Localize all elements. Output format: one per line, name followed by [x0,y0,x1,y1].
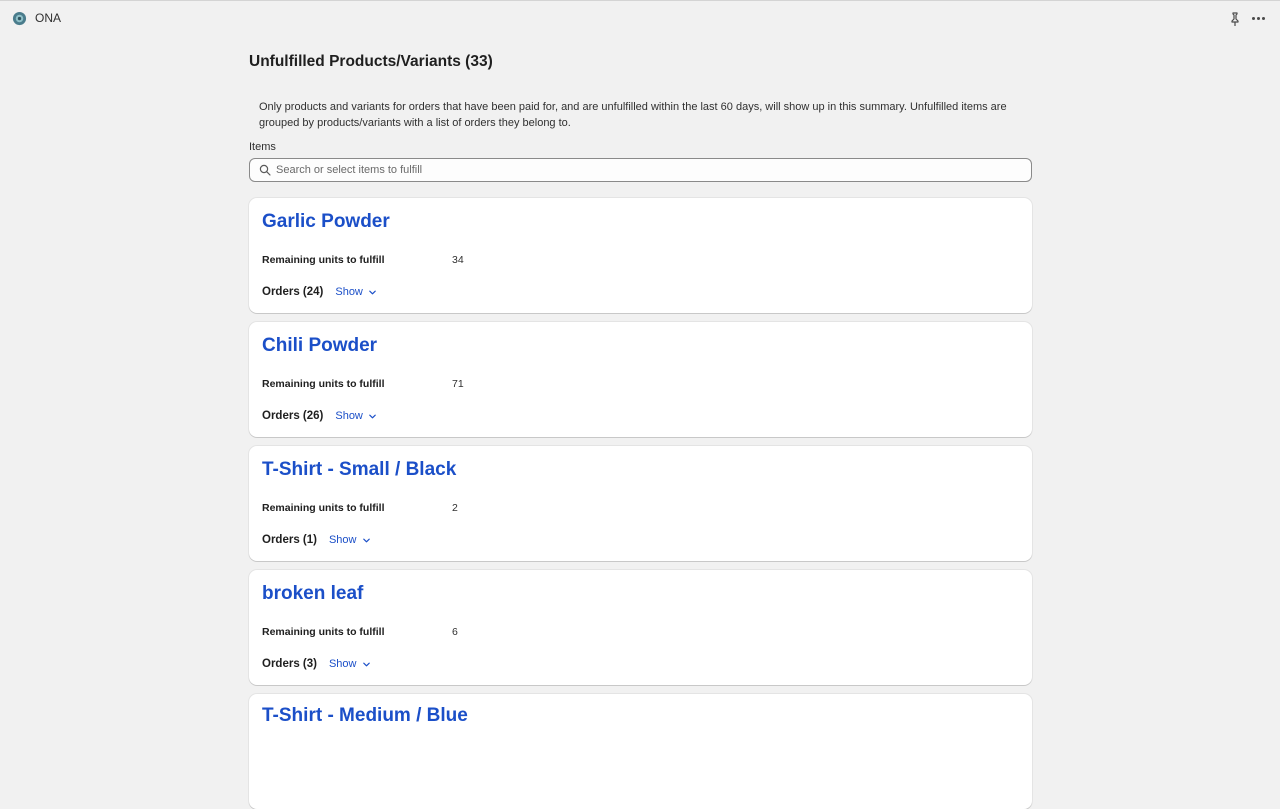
more-horizontal-icon[interactable] [1249,10,1267,26]
product-title-link[interactable]: Chili Powder [262,335,377,357]
chevron-down-icon [369,290,376,294]
orders-count-label: Orders (1) [262,534,317,546]
show-orders-label: Show [328,658,357,670]
items-search-field[interactable] [249,158,1032,182]
remaining-units-label: Remaining units to fulfill [262,378,385,390]
product-title-link[interactable]: Garlic Powder [262,211,390,233]
product-card: T-Shirt - Small / Black Remaining units … [249,446,1032,561]
remaining-units-value: 34 [452,254,464,266]
product-title-link[interactable]: T-Shirt - Medium / Blue [262,705,468,727]
show-orders-button[interactable]: Show [329,534,371,546]
product-title-link[interactable]: broken leaf [262,583,363,605]
show-orders-button[interactable]: Show [335,286,377,298]
items-search-input[interactable] [276,164,1016,176]
orders-row: Orders (24) Show [262,286,377,298]
pin-icon[interactable] [1227,11,1243,27]
orders-row: Orders (3) Show [262,658,371,670]
show-orders-label: Show [328,534,357,546]
orders-row: Orders (26) Show [262,410,377,422]
product-card: Chili Powder Remaining units to fulfill … [249,322,1032,437]
orders-count-label: Orders (24) [262,286,324,298]
chevron-down-icon [362,662,370,666]
show-orders-label: Show [335,286,363,298]
product-title-link[interactable]: T-Shirt - Small / Black [262,459,456,481]
chevron-down-icon [369,414,376,418]
search-icon [259,164,271,176]
remaining-units-label: Remaining units to fulfill [262,626,385,638]
remaining-units-label: Remaining units to fulfill [262,502,385,514]
page-title: Unfulfilled Products/Variants (33) [249,53,493,70]
app-topbar: ONA [0,0,1280,34]
remaining-units-label: Remaining units to fulfill [262,254,385,266]
items-label: Items [249,141,276,153]
chevron-down-icon [362,538,370,542]
remaining-units-value: 6 [452,626,458,638]
orders-count-label: Orders (3) [262,658,317,670]
remaining-units-value: 71 [452,378,464,390]
product-card: T-Shirt - Medium / Blue [249,694,1032,809]
product-card: broken leaf Remaining units to fulfill 6… [249,570,1032,685]
product-card: Garlic Powder Remaining units to fulfill… [249,198,1032,313]
show-orders-label: Show [335,410,363,422]
show-orders-button[interactable]: Show [335,410,377,422]
remaining-units-value: 2 [452,502,458,514]
show-orders-button[interactable]: Show [329,658,371,670]
app-logo-icon [12,11,27,26]
page-description: Only products and variants for orders th… [259,101,1007,129]
app-name: ONA [35,11,62,25]
orders-row: Orders (1) Show [262,534,371,546]
orders-count-label: Orders (26) [262,410,324,422]
